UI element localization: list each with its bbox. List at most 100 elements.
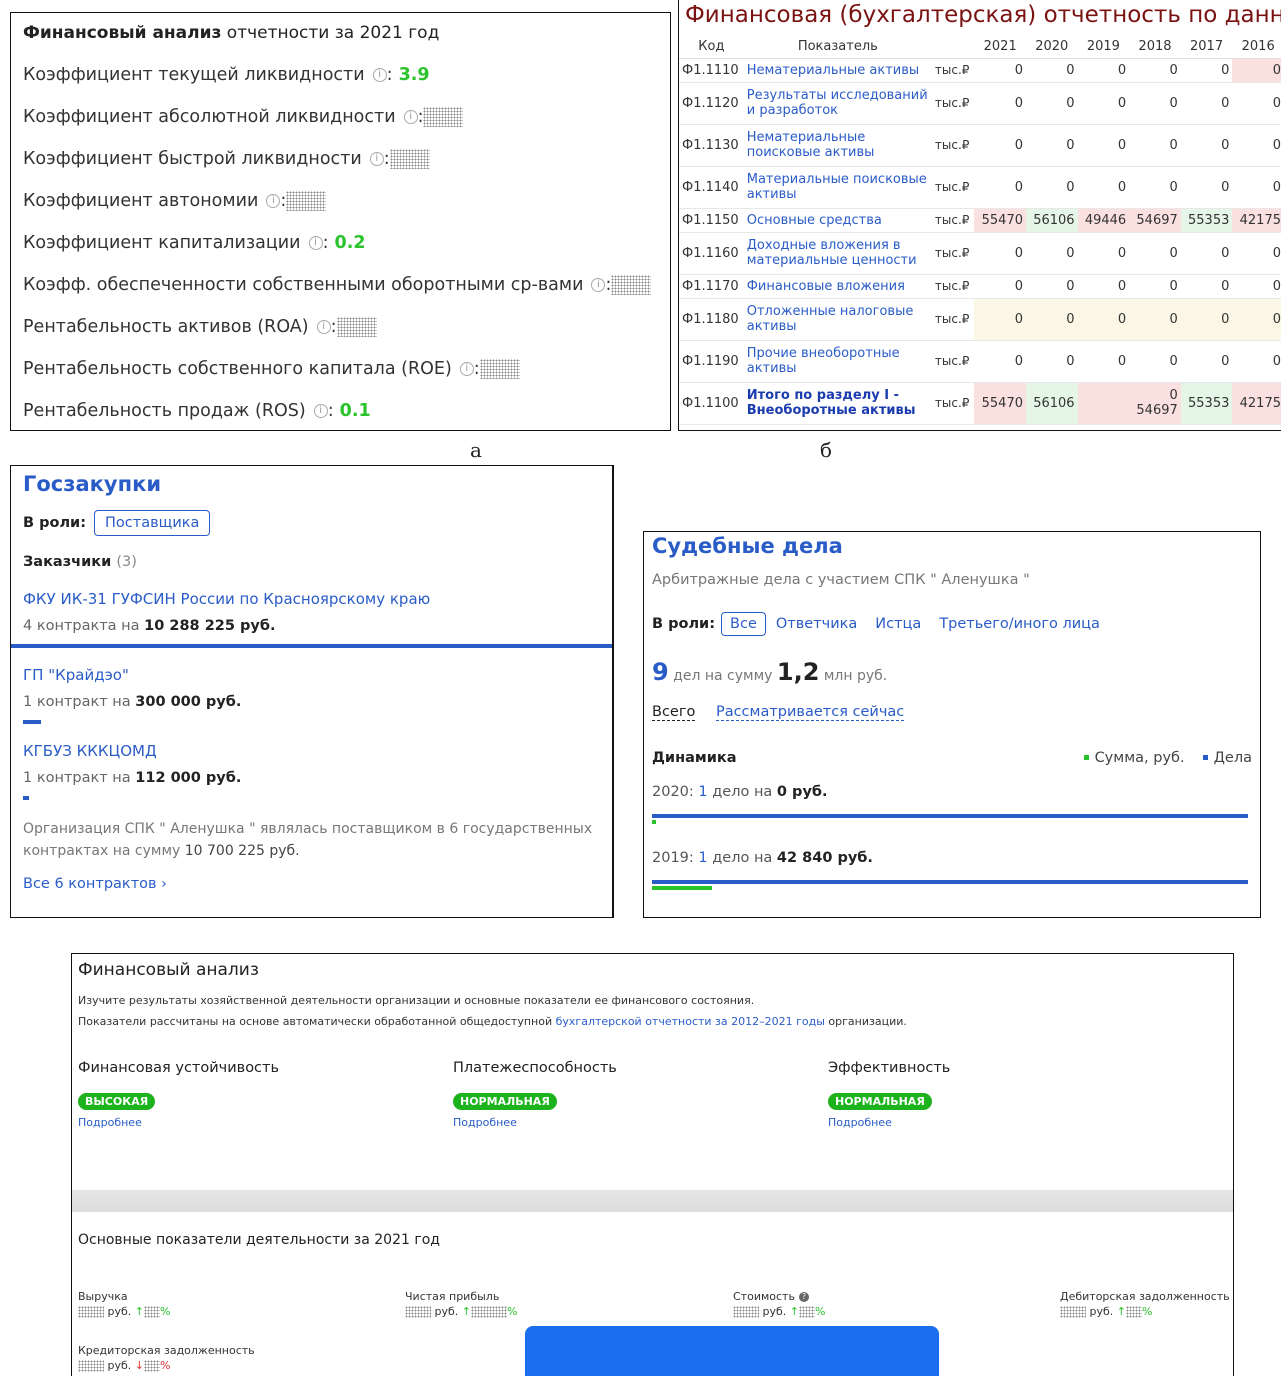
statement-row: Ф1.1130 Нематериальные поисковые активы ты…	[679, 124, 1281, 167]
ratio-label: Коэффициент текущей ликвидности	[23, 65, 365, 85]
role-all-button[interactable]: Все	[721, 612, 766, 636]
trend-arrow: ↑	[134, 1305, 144, 1318]
row-unit: тыс.₽	[931, 298, 975, 341]
ratio-value: 0.1	[333, 401, 371, 421]
value-cell: 0	[1129, 232, 1181, 275]
value-cell: 0	[1232, 340, 1281, 383]
ratio-row: Коэффициент абсолютной ликвидности i:	[23, 97, 658, 139]
value-cell: 0	[1232, 124, 1281, 167]
row-code: Ф1.1140	[679, 166, 744, 209]
masked-value	[423, 107, 464, 127]
row-name[interactable]: Финансовые вложения	[743, 274, 932, 299]
details-link[interactable]: Подробнее	[453, 1116, 828, 1129]
help-icon[interactable]: ?	[798, 1292, 809, 1302]
statements-table: Код Показатель 2021 2020 2019 2018 2017 2016 Ф1…	[679, 36, 1281, 425]
dynamics-list: 2020: 1 дело на 0 руб. 2019: 1 дело на 42…	[652, 784, 1252, 890]
role-plaintiff-button[interactable]: Истца	[875, 616, 921, 632]
value-cell: 0	[974, 340, 1026, 383]
indicator-unit: руб.	[1086, 1305, 1117, 1318]
customer-name-link[interactable]: ГП "Крайдэо"	[23, 666, 600, 684]
year-cases-link[interactable]: 1	[698, 784, 707, 800]
procurement-panel: Госзакупки В роли: Поставщика Заказчики (…	[10, 465, 614, 918]
row-name[interactable]: Отложенные налоговые активы	[743, 298, 932, 341]
all-contracts-link[interactable]: Все 6 контрактов ›	[23, 876, 600, 892]
value-cell: 0	[1025, 340, 1078, 383]
details-link[interactable]: Подробнее	[828, 1116, 1203, 1129]
value-cell: 55353	[1180, 208, 1233, 233]
ratio-row: Рентабельность активов (ROA) i:	[23, 307, 658, 349]
court-panel: Судебные дела Арбитражные дела с участие…	[643, 531, 1261, 918]
contracts-amount: 300 000 руб.	[135, 694, 242, 710]
row-name[interactable]: Основные средства	[743, 208, 932, 233]
value-cell: 0	[1025, 298, 1078, 341]
value-cell: 0	[1129, 166, 1181, 209]
value-cell: 55353	[1180, 382, 1233, 425]
court-tabs: Всего Рассматривается сейчас	[652, 704, 1252, 721]
rating-column: Эффективность НОРМАЛЬНАЯ Подробнее	[828, 1060, 1203, 1129]
ratio-row: Коэфф. обеспеченности собственными оборо…	[23, 265, 658, 307]
row-code: Ф1.1110	[679, 58, 744, 83]
tab-pending[interactable]: Рассматривается сейчас	[715, 704, 905, 721]
info-icon[interactable]: i	[313, 404, 328, 418]
contracts-text: 1 контракт на	[23, 770, 136, 786]
info-icon[interactable]: i	[591, 278, 606, 292]
row-unit: тыс.₽	[931, 166, 975, 209]
rating-label: Финансовая устойчивость	[78, 1060, 280, 1076]
details-link[interactable]: Подробнее	[78, 1116, 453, 1129]
info-icon[interactable]: i	[369, 152, 384, 166]
statement-row: Ф1.1110 Нематериальные активы тыс.₽ 0 0 0 0 0 0	[679, 58, 1281, 83]
customer-contracts: 1 контракт на 112 000 руб.	[23, 770, 600, 786]
column-header	[931, 36, 975, 59]
value-cell: 0	[1180, 340, 1233, 383]
row-name[interactable]: Нематериальные поисковые активы	[743, 124, 932, 167]
role-defendant-button[interactable]: Ответчика	[776, 616, 857, 632]
value-cell: 0	[1025, 232, 1078, 275]
court-title[interactable]: Судебные дела	[652, 534, 1252, 558]
value-cell: 55470	[974, 382, 1026, 425]
role-third-party-button[interactable]: Третьего/иного лица	[939, 616, 1100, 632]
value-cell: 0	[1077, 124, 1130, 167]
percent-sign: %	[1141, 1305, 1153, 1318]
row-name[interactable]: Результаты исследований и разработок	[743, 82, 932, 125]
value-cell: 49446	[1077, 208, 1130, 233]
year-label: 2020:	[652, 784, 699, 800]
tab-total[interactable]: Всего	[652, 704, 696, 721]
masked-percent	[470, 1306, 507, 1318]
info-icon[interactable]: i	[266, 194, 281, 208]
value-cell: 0	[1077, 82, 1130, 125]
rating-label: Платежеспособность	[453, 1060, 617, 1076]
value-cell: 0	[974, 232, 1026, 275]
row-code: Ф1.1190	[679, 340, 744, 383]
row-name[interactable]: Доходные вложения в материальные ценност…	[743, 232, 932, 275]
cases-bar	[652, 880, 1248, 884]
row-code: Ф1.1150	[679, 208, 744, 233]
value-cell: 55470	[974, 208, 1026, 233]
customer-share-bar	[23, 720, 41, 724]
row-name[interactable]: Нематериальные активы	[743, 58, 932, 83]
legend-cases-swatch	[1202, 754, 1208, 760]
promo-banner[interactable]	[525, 1326, 939, 1376]
info-icon[interactable]: i	[403, 110, 418, 124]
statement-row: Ф1.1180 Отложенные налоговые активы тыс.₽ 0…	[679, 298, 1281, 341]
procurement-title[interactable]: Госзакупки	[23, 472, 600, 496]
row-name[interactable]: Прочие внеоборотные активы	[743, 340, 932, 383]
info-icon[interactable]: i	[316, 320, 331, 334]
role-supplier-button[interactable]: Поставщика	[94, 510, 211, 536]
customer-name-link[interactable]: КГБУЗ КККЦОМД	[23, 742, 600, 760]
customer-name-link[interactable]: ФКУ ИК-31 ГУФСИН России по Красноярскому…	[23, 590, 600, 608]
info-icon[interactable]: i	[459, 362, 474, 376]
row-name[interactable]: Материальные поисковые активы	[743, 166, 932, 209]
row-name[interactable]: Итого по разделу I - Внеоборотные активы	[743, 382, 932, 425]
accounting-link[interactable]: бухгалтерской отчетности за 2012–2021 го…	[556, 1015, 825, 1028]
year-cases-link[interactable]: 1	[698, 850, 707, 866]
info-icon[interactable]: i	[308, 236, 323, 250]
value-cell: 0	[1232, 82, 1281, 125]
masked-value	[336, 317, 377, 337]
row-unit: тыс.₽	[931, 208, 975, 233]
rating-column: Финансовая устойчивость ВЫСОКАЯ Подробнее	[78, 1060, 453, 1129]
ratio-label: Коэффициент капитализации	[23, 233, 301, 253]
indicator: Чистая прибыль руб. ↑%	[405, 1290, 517, 1318]
value-cell: 0	[1025, 124, 1078, 167]
masked-value	[405, 1306, 431, 1318]
info-icon[interactable]: i	[372, 68, 387, 82]
